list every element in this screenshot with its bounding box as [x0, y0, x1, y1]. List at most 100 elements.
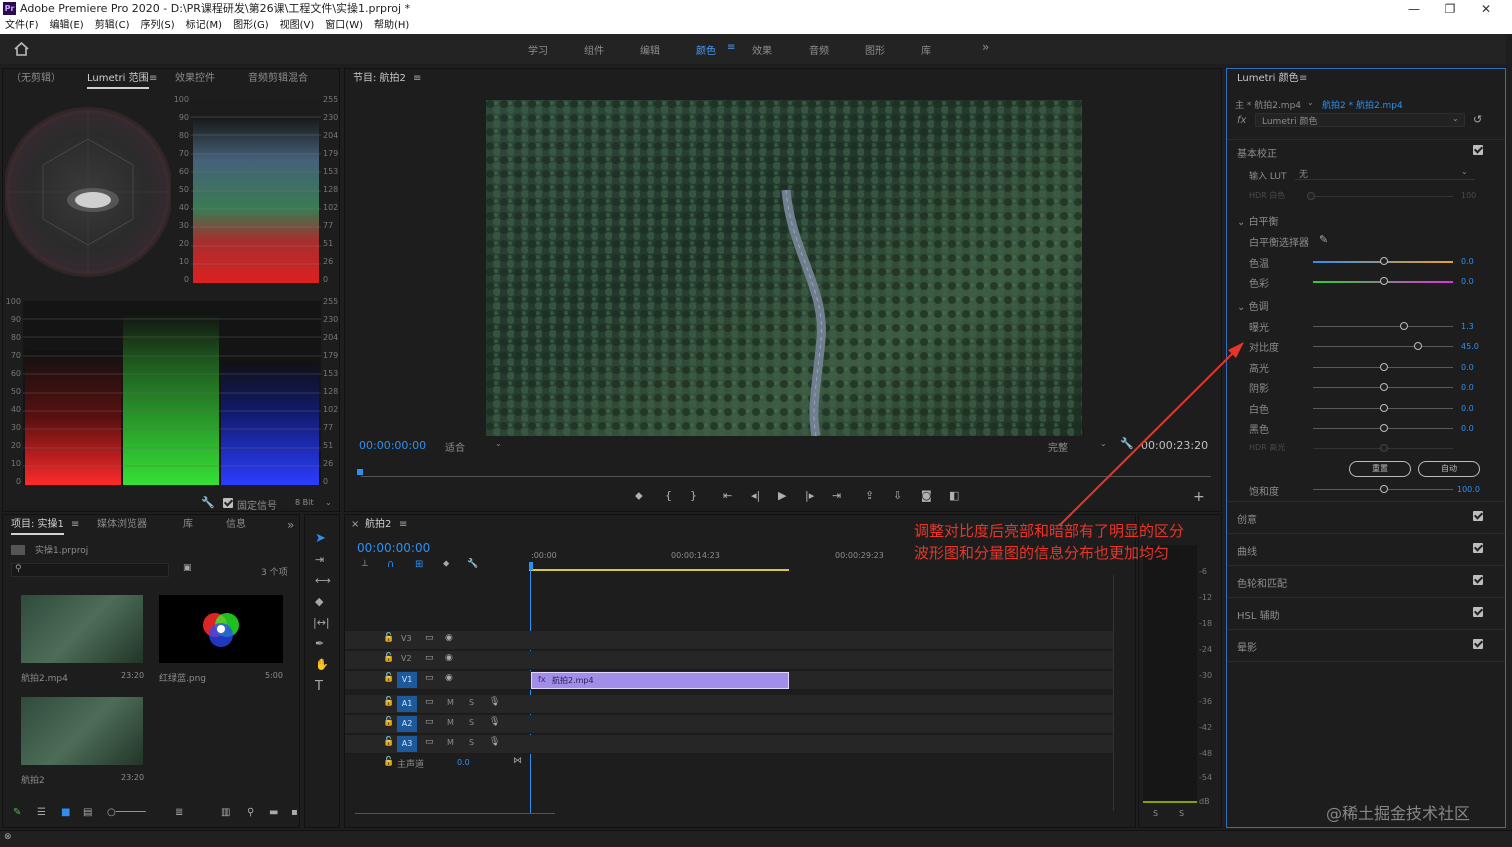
sync-lock-icon[interactable]: ▭ [425, 697, 434, 707]
project-search-input[interactable]: ⚲ [11, 563, 169, 577]
track-target-a3[interactable]: A3 [397, 736, 417, 752]
find-icon[interactable]: ⚲ [247, 807, 254, 818]
timeline-settings-icon[interactable]: 🔧 [467, 559, 478, 569]
thumbnail-aerial-clip[interactable] [21, 595, 143, 663]
timeline-menu-icon[interactable]: ≡ [399, 515, 407, 535]
new-item-icon[interactable]: ▪ [291, 807, 298, 818]
solo-button[interactable]: S [469, 718, 474, 727]
new-search-bin-icon[interactable]: ▣ [183, 563, 192, 573]
temperature-value[interactable]: 0.0 [1461, 257, 1474, 266]
lock-icon[interactable]: 🔓 [383, 697, 394, 707]
menu-view[interactable]: 视图(V) [280, 20, 315, 31]
vignette-header[interactable]: 晕影 [1237, 639, 1257, 654]
workspace-graphics[interactable]: 图形 [865, 42, 885, 57]
menu-file[interactable]: 文件(F) [5, 20, 39, 31]
temperature-knob[interactable] [1380, 257, 1388, 265]
lumetri-menu-icon[interactable]: ≡ [1299, 69, 1307, 89]
pen-tool-icon[interactable]: ✒ [315, 637, 324, 650]
timeline-horizontal-scrollbar[interactable] [355, 813, 555, 819]
tab-project[interactable]: 项目: 实操1 [11, 515, 64, 535]
hsl-secondary-header[interactable]: HSL 辅助 [1237, 607, 1280, 622]
solo-button[interactable]: S [469, 738, 474, 747]
source-chevron-icon[interactable]: ⌄ [1307, 98, 1314, 107]
thumbnail-rgb-image[interactable] [159, 595, 283, 663]
menu-window[interactable]: 窗口(W) [325, 20, 363, 31]
selection-tool-icon[interactable]: ➤ [315, 531, 326, 546]
tab-media-browser[interactable]: 媒体浏览器 [97, 515, 147, 535]
mute-button[interactable]: M [447, 738, 454, 747]
work-area-bar[interactable] [529, 569, 789, 571]
eye-icon[interactable]: ◉ [445, 653, 453, 663]
comparison-view-icon[interactable]: ◧ [949, 489, 959, 502]
hsl-secondary-checkbox[interactable] [1473, 607, 1483, 617]
tab-lumetri-scopes[interactable]: Lumetri 范围 [87, 69, 149, 89]
solo-right-button[interactable]: S [1179, 809, 1184, 818]
close-button[interactable]: ✕ [1468, 0, 1504, 18]
sync-lock-icon[interactable]: ▭ [425, 717, 434, 727]
list-view-icon[interactable]: ☰ [37, 807, 46, 818]
timeline-vertical-scrollbar[interactable] [1113, 575, 1123, 811]
go-to-end-icon[interactable]: ⋈ [513, 756, 522, 766]
microphone-icon[interactable]: 🎙 [489, 697, 500, 707]
insert-sequence-icon[interactable]: ⊥ [361, 559, 369, 569]
mark-out-icon[interactable]: } [690, 489, 697, 502]
basic-correction-header[interactable]: 基本校正 [1237, 145, 1277, 160]
playhead-marker[interactable] [357, 469, 363, 475]
sort-icon[interactable]: ≣ [175, 807, 183, 818]
sync-lock-icon[interactable]: ▭ [425, 673, 434, 683]
highlights-knob[interactable] [1380, 363, 1388, 371]
sync-lock-icon[interactable]: ▭ [425, 633, 434, 643]
lift-icon[interactable]: ⇪ [865, 489, 874, 502]
menu-edit[interactable]: 编辑(E) [50, 20, 84, 31]
minimize-button[interactable]: — [1396, 0, 1432, 18]
exposure-value[interactable]: 1.3 [1461, 322, 1474, 331]
sync-lock-icon[interactable]: ▭ [425, 737, 434, 747]
workspace-assembly[interactable]: 组件 [584, 42, 604, 57]
tab-libraries[interactable]: 库 [183, 515, 193, 535]
tab-effect-controls[interactable]: 效果控件 [175, 69, 215, 89]
tone-header[interactable]: ⌄ 色调 [1237, 298, 1269, 313]
lock-icon[interactable]: 🔓 [383, 737, 394, 747]
automate-icon[interactable]: ▥ [221, 807, 230, 818]
microphone-icon[interactable]: 🎙 [489, 717, 500, 727]
step-forward-icon[interactable]: |▸ [805, 489, 814, 502]
color-wheels-header[interactable]: 色轮和匹配 [1237, 575, 1287, 590]
contrast-knob[interactable] [1414, 342, 1422, 350]
menu-marker[interactable]: 标记(M) [186, 20, 222, 31]
track-label[interactable]: V3 [401, 634, 412, 643]
blacks-value[interactable]: 0.0 [1461, 424, 1474, 433]
workspace-color[interactable]: 颜色 [696, 42, 716, 57]
linked-selection-icon[interactable]: ⊞ [415, 559, 423, 570]
sequence-tab[interactable]: 航拍2 [365, 515, 391, 535]
menu-sequence[interactable]: 序列(S) [140, 20, 174, 31]
whites-value[interactable]: 0.0 [1461, 404, 1474, 413]
exposure-slider[interactable] [1313, 326, 1453, 327]
clamp-signal-checkbox[interactable] [223, 498, 233, 508]
ripple-edit-icon[interactable]: ⟷ [315, 574, 331, 587]
workspace-learn[interactable]: 学习 [528, 42, 548, 57]
menu-help[interactable]: 帮助(H) [374, 20, 409, 31]
microphone-icon[interactable]: 🎙 [489, 737, 500, 747]
eye-icon[interactable]: ◉ [445, 673, 453, 683]
wrench-icon[interactable]: 🔧 [201, 496, 215, 509]
lock-icon[interactable]: 🔓 [383, 757, 394, 767]
basic-correction-checkbox[interactable] [1473, 145, 1483, 155]
menu-graphics[interactable]: 图形(G) [233, 20, 269, 31]
thumbnail-sequence[interactable] [21, 697, 143, 765]
icon-view-icon[interactable]: ■ [61, 807, 70, 818]
solo-left-button[interactable]: S [1153, 809, 1158, 818]
master-volume-value[interactable]: 0.0 [457, 758, 470, 767]
white-balance-header[interactable]: ⌄ 白平衡 [1237, 213, 1279, 228]
program-monitor-title[interactable]: 节目: 航拍2 [353, 69, 406, 89]
track-label[interactable]: V2 [401, 654, 412, 663]
mark-in-icon[interactable]: { [665, 489, 672, 502]
creative-checkbox[interactable] [1473, 511, 1483, 521]
new-bin-icon[interactable]: ▬ [269, 807, 278, 818]
saturation-value[interactable]: 100.0 [1457, 485, 1480, 494]
lock-icon[interactable]: 🔓 [383, 633, 394, 643]
source-clip-select[interactable]: 主 * 航拍2.mp4 [1235, 98, 1301, 111]
menu-clip[interactable]: 剪辑(C) [95, 20, 130, 31]
snap-icon[interactable]: ∩ [387, 559, 394, 570]
lock-icon[interactable]: 🔓 [383, 673, 394, 683]
write-lock-icon[interactable]: ✎ [13, 807, 21, 818]
